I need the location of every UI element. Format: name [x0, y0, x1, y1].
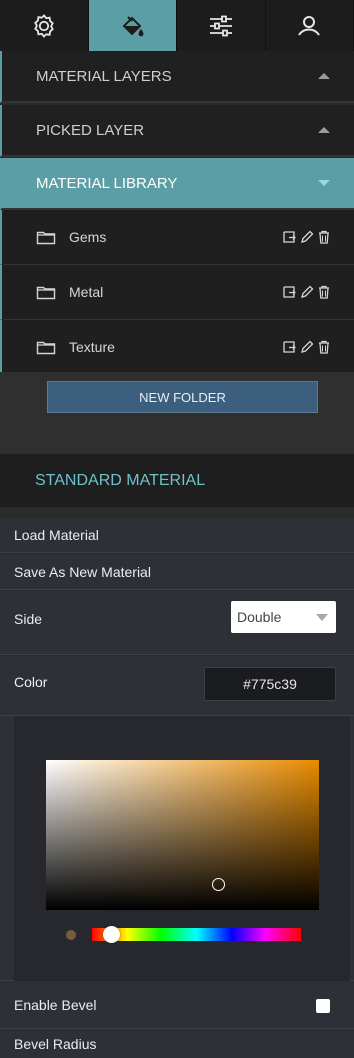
folder-row[interactable]: Gems [0, 210, 354, 265]
chevron-down-icon [318, 180, 330, 186]
pencil-icon[interactable] [300, 340, 314, 354]
sliders-icon [209, 15, 232, 36]
gear-icon [33, 13, 54, 38]
load-material-button[interactable]: Load Material [0, 518, 354, 553]
load-material-label: Load Material [14, 527, 99, 543]
current-color-swatch [66, 930, 76, 940]
color-label: Color [14, 674, 48, 690]
folder-name: Metal [69, 284, 104, 300]
folder-icon [36, 286, 56, 300]
chevron-down-icon [316, 614, 328, 621]
folder-row[interactable]: Metal [0, 265, 354, 320]
bevel-radius-row: Bevel Radius [0, 1029, 354, 1058]
import-icon[interactable] [282, 230, 296, 244]
side-row: Side Double [0, 591, 354, 655]
section-picked-layer[interactable]: PICKED LAYER [0, 105, 354, 157]
hue-slider[interactable] [92, 928, 301, 941]
folder-icon [36, 341, 56, 355]
color-row: Color #775c39 [0, 656, 354, 716]
side-select[interactable]: Double [231, 601, 336, 633]
trash-icon[interactable] [318, 230, 330, 244]
side-value: Double [237, 609, 282, 625]
pencil-icon[interactable] [300, 230, 314, 244]
section-label: PICKED LAYER [36, 121, 145, 139]
side-label: Side [14, 611, 43, 627]
pencil-icon[interactable] [300, 285, 314, 299]
chevron-up-icon [318, 73, 330, 79]
tab-settings[interactable] [0, 0, 89, 51]
enable-bevel-checkbox[interactable] [316, 999, 330, 1013]
trash-icon[interactable] [318, 340, 330, 354]
save-as-new-material-button[interactable]: Save As New Material [0, 554, 354, 590]
section-label: STANDARD MATERIAL [35, 471, 206, 489]
import-icon[interactable] [282, 285, 296, 299]
section-label: MATERIAL LIBRARY [36, 174, 178, 192]
hue-slider-handle[interactable] [103, 926, 120, 943]
saturation-value-handle[interactable] [212, 878, 225, 891]
section-material-library[interactable]: MATERIAL LIBRARY [0, 158, 354, 210]
bevel-radius-label: Bevel Radius [14, 1035, 97, 1052]
trash-icon[interactable] [318, 285, 330, 299]
chevron-up-icon [318, 127, 330, 133]
color-picker [14, 716, 350, 981]
user-icon [298, 15, 321, 36]
enable-bevel-row: Enable Bevel [0, 981, 354, 1029]
enable-bevel-label: Enable Bevel [14, 996, 97, 1013]
section-material-layers[interactable]: MATERIAL LAYERS [0, 51, 354, 103]
folder-icon [36, 231, 56, 245]
folder-name: Gems [69, 229, 107, 245]
tab-materials[interactable] [88, 0, 177, 51]
new-folder-area: NEW FOLDER [0, 372, 354, 467]
tab-account[interactable] [266, 0, 354, 51]
section-label: MATERIAL LAYERS [36, 67, 172, 85]
folder-name: Texture [69, 339, 115, 355]
import-icon[interactable] [282, 340, 296, 354]
top-tab-bar [0, 0, 354, 51]
saturation-value-area[interactable] [46, 760, 319, 910]
tab-adjustments[interactable] [177, 0, 266, 51]
standard-material-header[interactable]: STANDARD MATERIAL [0, 454, 354, 507]
paint-bucket-icon [122, 15, 144, 36]
new-folder-button[interactable]: NEW FOLDER [47, 381, 318, 413]
color-hex-input[interactable]: #775c39 [204, 667, 336, 701]
save-material-label: Save As New Material [14, 563, 151, 580]
folder-row[interactable]: Texture [0, 320, 354, 375]
